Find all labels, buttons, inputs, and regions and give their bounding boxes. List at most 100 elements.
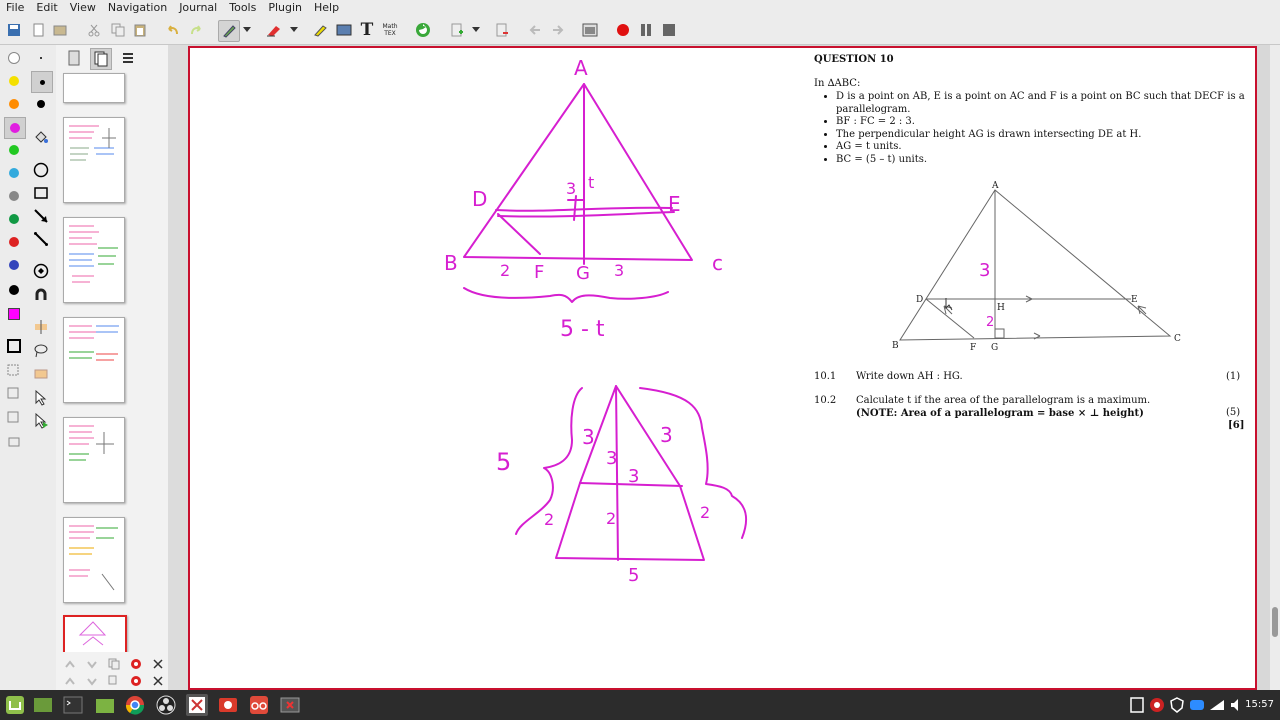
delete-page-small-icon[interactable] bbox=[126, 671, 146, 691]
play-object-icon[interactable] bbox=[4, 383, 24, 403]
terminal-icon[interactable] bbox=[62, 694, 84, 716]
paste-icon[interactable] bbox=[130, 20, 150, 40]
eraser-icon[interactable] bbox=[264, 20, 284, 40]
select-object-icon[interactable] bbox=[4, 360, 24, 380]
color-white[interactable] bbox=[4, 48, 24, 68]
vertical-scrollbar[interactable] bbox=[1270, 45, 1280, 690]
menu-journal[interactable]: Journal bbox=[173, 0, 223, 16]
page-thumbnail[interactable] bbox=[63, 317, 125, 403]
shape-recognizer-icon[interactable] bbox=[31, 261, 51, 281]
page-thumbnail[interactable] bbox=[63, 517, 125, 603]
refresh-icon[interactable] bbox=[413, 20, 433, 40]
lasso-icon[interactable] bbox=[31, 341, 51, 361]
magnet-icon[interactable] bbox=[31, 285, 51, 305]
page-thumbnail[interactable] bbox=[63, 417, 125, 503]
screenshot-icon[interactable] bbox=[217, 694, 239, 716]
redo-icon[interactable] bbox=[186, 20, 206, 40]
select-rect-icon[interactable] bbox=[31, 364, 51, 384]
color-red[interactable] bbox=[4, 232, 24, 252]
xournal-icon[interactable] bbox=[186, 694, 208, 716]
eraser-dropdown-icon[interactable] bbox=[288, 20, 300, 40]
color-yellow[interactable] bbox=[4, 71, 24, 91]
prev-icon[interactable] bbox=[525, 20, 545, 40]
color-magenta[interactable] bbox=[4, 117, 26, 139]
insert-page-icon[interactable] bbox=[447, 20, 467, 40]
color-green[interactable] bbox=[4, 140, 24, 160]
figure-label-H: H bbox=[997, 303, 1005, 313]
highlighter-icon[interactable] bbox=[310, 20, 330, 40]
color-custom[interactable] bbox=[4, 304, 24, 324]
menu-help[interactable]: Help bbox=[308, 0, 345, 16]
fullscreen-icon[interactable] bbox=[580, 20, 600, 40]
pen-icon[interactable] bbox=[218, 20, 240, 42]
thickness-medium-icon[interactable] bbox=[31, 71, 53, 93]
next-icon[interactable] bbox=[548, 20, 568, 40]
move-page-up-icon[interactable] bbox=[60, 671, 80, 691]
mint-menu-icon[interactable] bbox=[4, 694, 26, 716]
hand-cursor-icon[interactable] bbox=[31, 388, 51, 408]
color-blue[interactable] bbox=[4, 255, 24, 275]
glasses-icon[interactable] bbox=[248, 694, 270, 716]
page-thumbnail[interactable] bbox=[63, 73, 125, 103]
thickness-fine-icon[interactable] bbox=[31, 48, 51, 68]
obs-tray-icon[interactable] bbox=[1146, 694, 1168, 716]
tab-toc-icon[interactable] bbox=[64, 48, 84, 68]
menu-edit[interactable]: Edit bbox=[30, 0, 63, 16]
copy-page-icon[interactable] bbox=[104, 671, 124, 691]
page-thumbnail[interactable] bbox=[63, 217, 125, 303]
color-orange[interactable] bbox=[4, 94, 24, 114]
menu-view[interactable]: View bbox=[64, 0, 102, 16]
delete-page-icon[interactable] bbox=[492, 20, 512, 40]
menu-file[interactable]: File bbox=[0, 0, 30, 16]
color-darkgreen[interactable] bbox=[4, 209, 24, 229]
stop-icon[interactable] bbox=[659, 20, 679, 40]
clipboard-tray-icon[interactable] bbox=[1126, 694, 1148, 716]
menu-tools[interactable]: Tools bbox=[223, 0, 262, 16]
hand-tool-icon[interactable] bbox=[4, 431, 24, 451]
files-icon[interactable] bbox=[94, 694, 116, 716]
journal-page[interactable]: A D E B c 3 t 2 F G 3 5 - t 5 3 3 3 3 2 … bbox=[188, 46, 1257, 690]
record-icon[interactable] bbox=[613, 20, 633, 40]
shield-tray-icon[interactable] bbox=[1166, 694, 1188, 716]
vertical-space-icon[interactable] bbox=[31, 317, 51, 337]
fill-icon[interactable] bbox=[31, 127, 51, 147]
save-icon[interactable] bbox=[4, 20, 24, 40]
line-icon[interactable] bbox=[31, 229, 51, 249]
zoom-tray-icon[interactable] bbox=[1186, 694, 1208, 716]
network-tray-icon[interactable] bbox=[1206, 694, 1228, 716]
tab-pages-icon[interactable] bbox=[90, 48, 112, 70]
arrow-icon[interactable] bbox=[31, 206, 51, 226]
rectangle-icon[interactable] bbox=[31, 183, 51, 203]
pause-icon[interactable] bbox=[636, 20, 656, 40]
ellipse-icon[interactable] bbox=[31, 160, 51, 180]
cut-icon[interactable] bbox=[84, 20, 104, 40]
color-gray[interactable] bbox=[4, 186, 24, 206]
chrome-icon[interactable] bbox=[124, 694, 146, 716]
text-icon[interactable]: T bbox=[357, 20, 377, 40]
close-icon[interactable] bbox=[148, 671, 168, 691]
open-icon[interactable] bbox=[50, 20, 70, 40]
pen-dropdown-icon[interactable] bbox=[241, 20, 253, 40]
math-tex-icon[interactable]: Math TEX bbox=[380, 20, 400, 40]
page-thumbnail[interactable] bbox=[63, 117, 125, 203]
insert-dropdown-icon[interactable] bbox=[470, 20, 482, 40]
move-page-down-icon[interactable] bbox=[82, 671, 102, 691]
tab-layers-icon[interactable] bbox=[118, 48, 138, 68]
show-desktop-icon[interactable] bbox=[32, 694, 54, 716]
menu-plugin[interactable]: Plugin bbox=[262, 0, 308, 16]
new-page-icon[interactable] bbox=[28, 20, 48, 40]
undo-icon[interactable] bbox=[163, 20, 183, 40]
play-arrow-icon[interactable] bbox=[31, 411, 51, 431]
multimedia-icon[interactable] bbox=[279, 694, 301, 716]
menu-navigation[interactable]: Navigation bbox=[102, 0, 173, 16]
copy-icon[interactable] bbox=[108, 20, 128, 40]
obs-icon[interactable] bbox=[155, 694, 177, 716]
bullet-item: D is a point on AB, E is a point on AC a… bbox=[836, 91, 1245, 104]
scrollbar-thumb[interactable] bbox=[1272, 607, 1278, 637]
image-icon[interactable] bbox=[334, 20, 354, 40]
color-lightblue[interactable] bbox=[4, 163, 24, 183]
thickness-thick-icon[interactable] bbox=[31, 94, 51, 114]
text-select-icon[interactable] bbox=[4, 407, 24, 427]
page-select-icon[interactable] bbox=[4, 336, 24, 356]
color-black[interactable] bbox=[4, 280, 24, 300]
